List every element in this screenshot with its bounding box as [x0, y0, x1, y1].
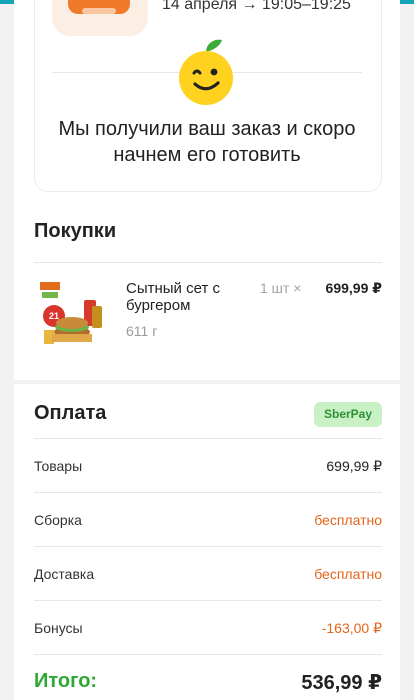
burger-set-image: 21: [38, 276, 106, 348]
payment-row-value: -163,00 ₽: [321, 620, 382, 636]
purchases-title: Покупки: [34, 220, 117, 242]
purchases-card: Покупки 21 Сытный сет с бургером 611 г 1…: [14, 200, 400, 380]
payment-row-value: бесплатно: [314, 512, 382, 528]
payment-title: Оплата: [34, 402, 107, 424]
total-label: Итого:: [34, 670, 98, 692]
product-quantity: 1 шт ×: [260, 280, 302, 296]
payment-row-label: Доставка: [34, 566, 95, 582]
payment-row-value: 699,99 ₽: [326, 458, 382, 474]
payment-method-badge: SberPay: [314, 402, 382, 427]
divider: [34, 546, 382, 547]
divider: [34, 492, 382, 493]
payment-row-value: бесплатно: [314, 566, 382, 582]
order-status-message: Мы получили ваш заказ и скоро начнем его…: [58, 118, 356, 166]
payment-row-label: Бонусы: [34, 620, 83, 636]
divider: [34, 654, 382, 655]
product-price: 699,99 ₽: [325, 280, 382, 296]
product-name[interactable]: Сытный сет с бургером: [126, 280, 246, 314]
total-value: 536,99 ₽: [301, 672, 382, 694]
divider: [34, 600, 382, 601]
svg-text:21: 21: [49, 311, 59, 321]
store-logo: [52, 0, 148, 36]
divider: [34, 438, 382, 439]
payment-card: Оплата SberPay Товары 699,99 ₽ Сборка бе…: [14, 384, 400, 700]
payment-row-label: Товары: [34, 458, 83, 474]
payment-row-label: Сборка: [34, 512, 82, 528]
delivery-slot: 14 апреля → 19:05–19:25: [162, 0, 351, 13]
divider: [34, 262, 382, 263]
product-weight: 611 г: [126, 323, 158, 339]
winking-orange-mascot-icon: [179, 39, 233, 105]
